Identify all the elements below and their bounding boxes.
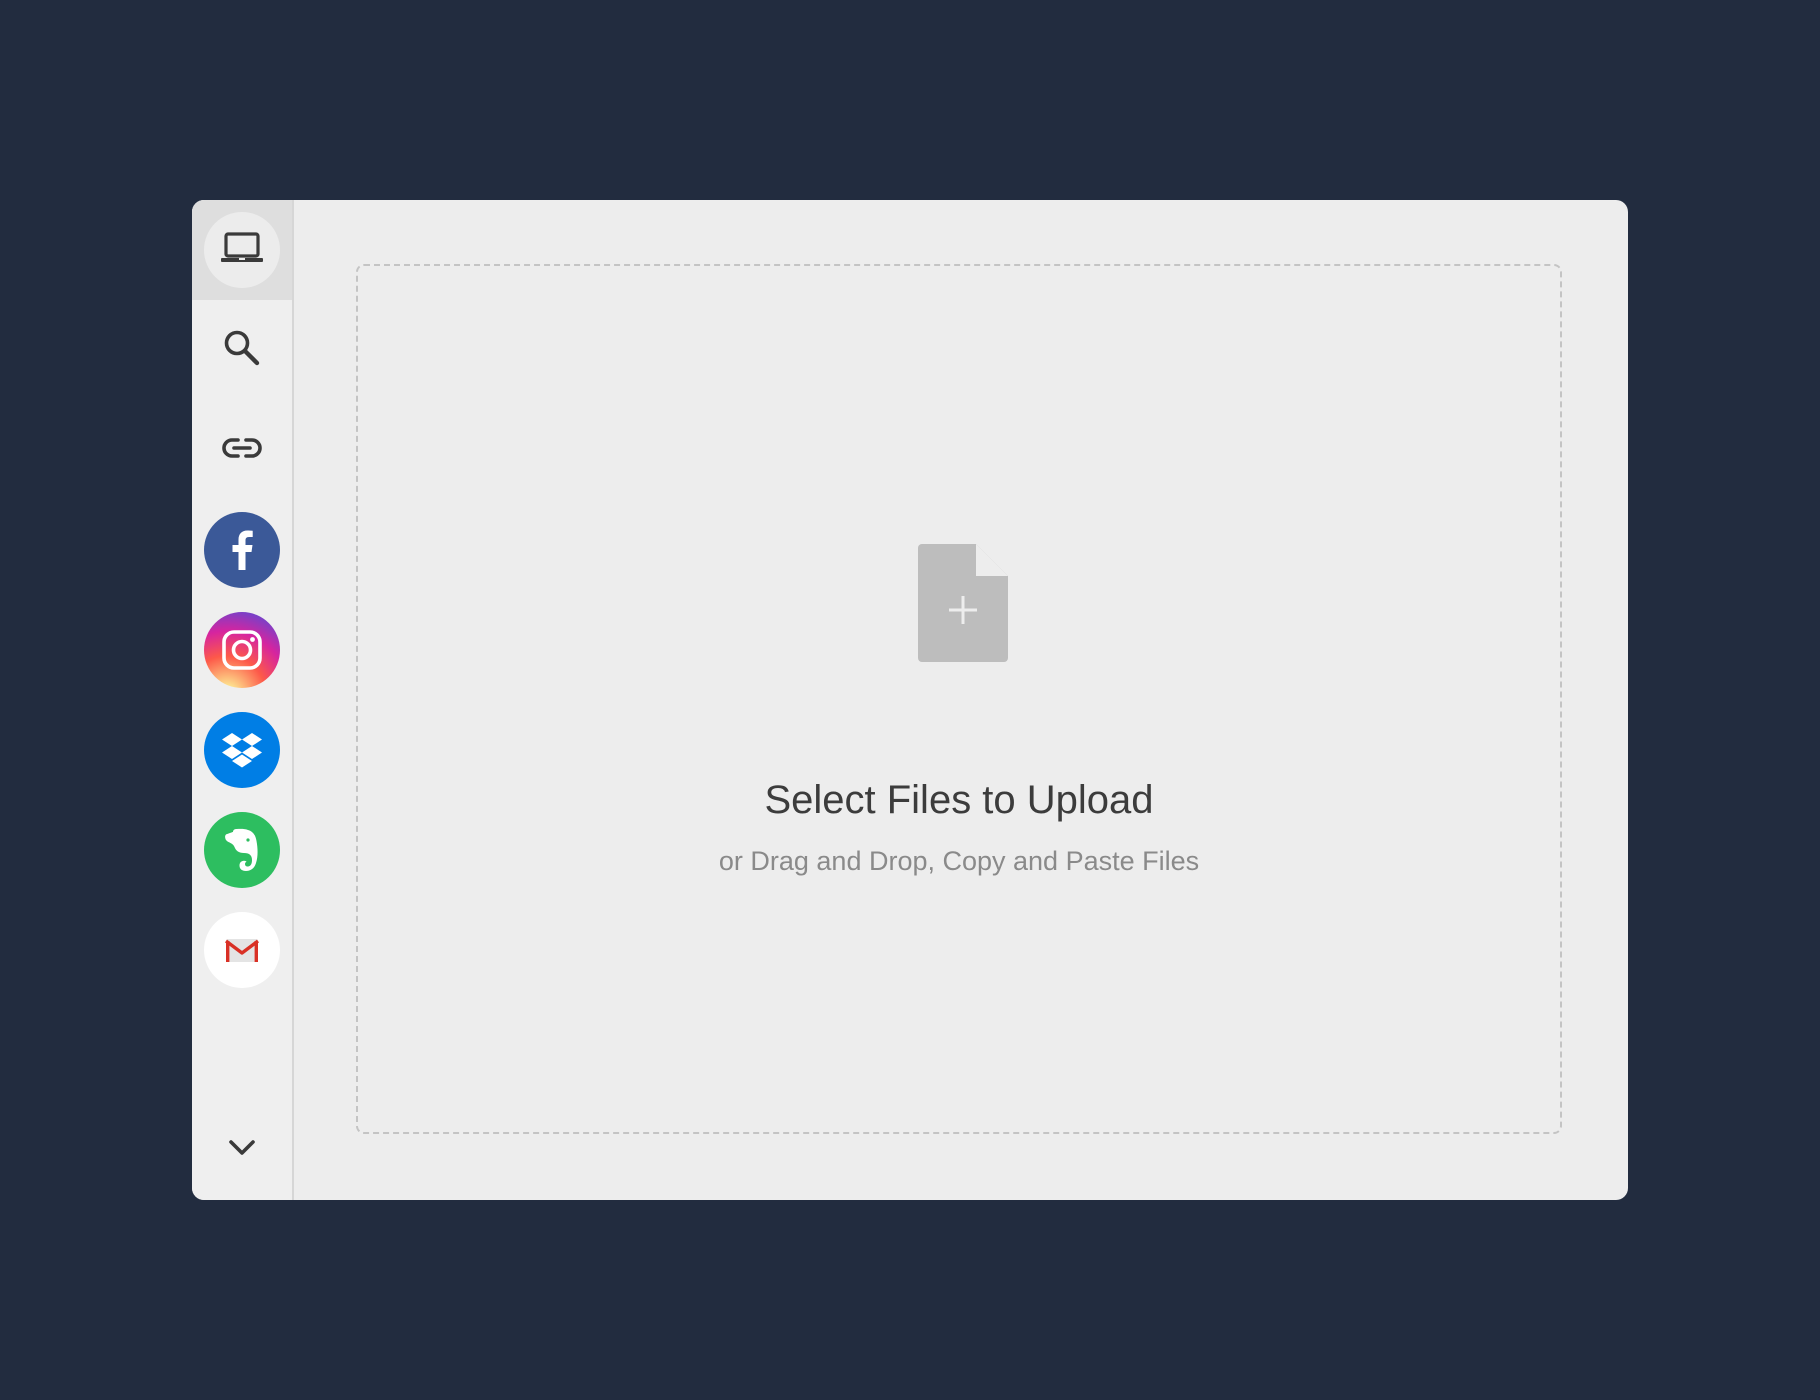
source-web-search[interactable]: [192, 300, 292, 400]
link-icon: [221, 436, 263, 465]
upload-title: Select Files to Upload: [764, 778, 1154, 822]
instagram-icon: [204, 612, 280, 688]
dropbox-icon: [204, 712, 280, 788]
chevron-down-icon: [229, 1139, 255, 1161]
search-icon: [222, 328, 262, 373]
upload-subtitle: or Drag and Drop, Copy and Paste Files: [718, 846, 1200, 876]
source-link-url[interactable]: [192, 400, 292, 500]
file-dropzone[interactable]: Select Files to Upload or Drag and Drop,…: [356, 264, 1562, 1134]
source-instagram[interactable]: [192, 600, 292, 700]
file-picker-dialog: Select Files to Upload or Drag and Drop,…: [192, 200, 1628, 1200]
evernote-icon: [204, 812, 280, 888]
facebook-icon: [204, 512, 280, 588]
source-facebook[interactable]: [192, 500, 292, 600]
laptop-icon: [221, 231, 263, 270]
source-gmail[interactable]: [192, 900, 292, 1000]
source-evernote[interactable]: [192, 800, 292, 900]
source-my-device-circle: [204, 212, 280, 288]
source-sidebar: [192, 200, 294, 1200]
file-add-icon: [918, 544, 1008, 662]
source-dropbox[interactable]: [192, 700, 292, 800]
source-my-device[interactable]: [192, 200, 292, 300]
upload-area: Select Files to Upload or Drag and Drop,…: [294, 200, 1628, 1200]
more-sources-button[interactable]: [192, 1100, 292, 1200]
gmail-icon: [204, 912, 280, 988]
